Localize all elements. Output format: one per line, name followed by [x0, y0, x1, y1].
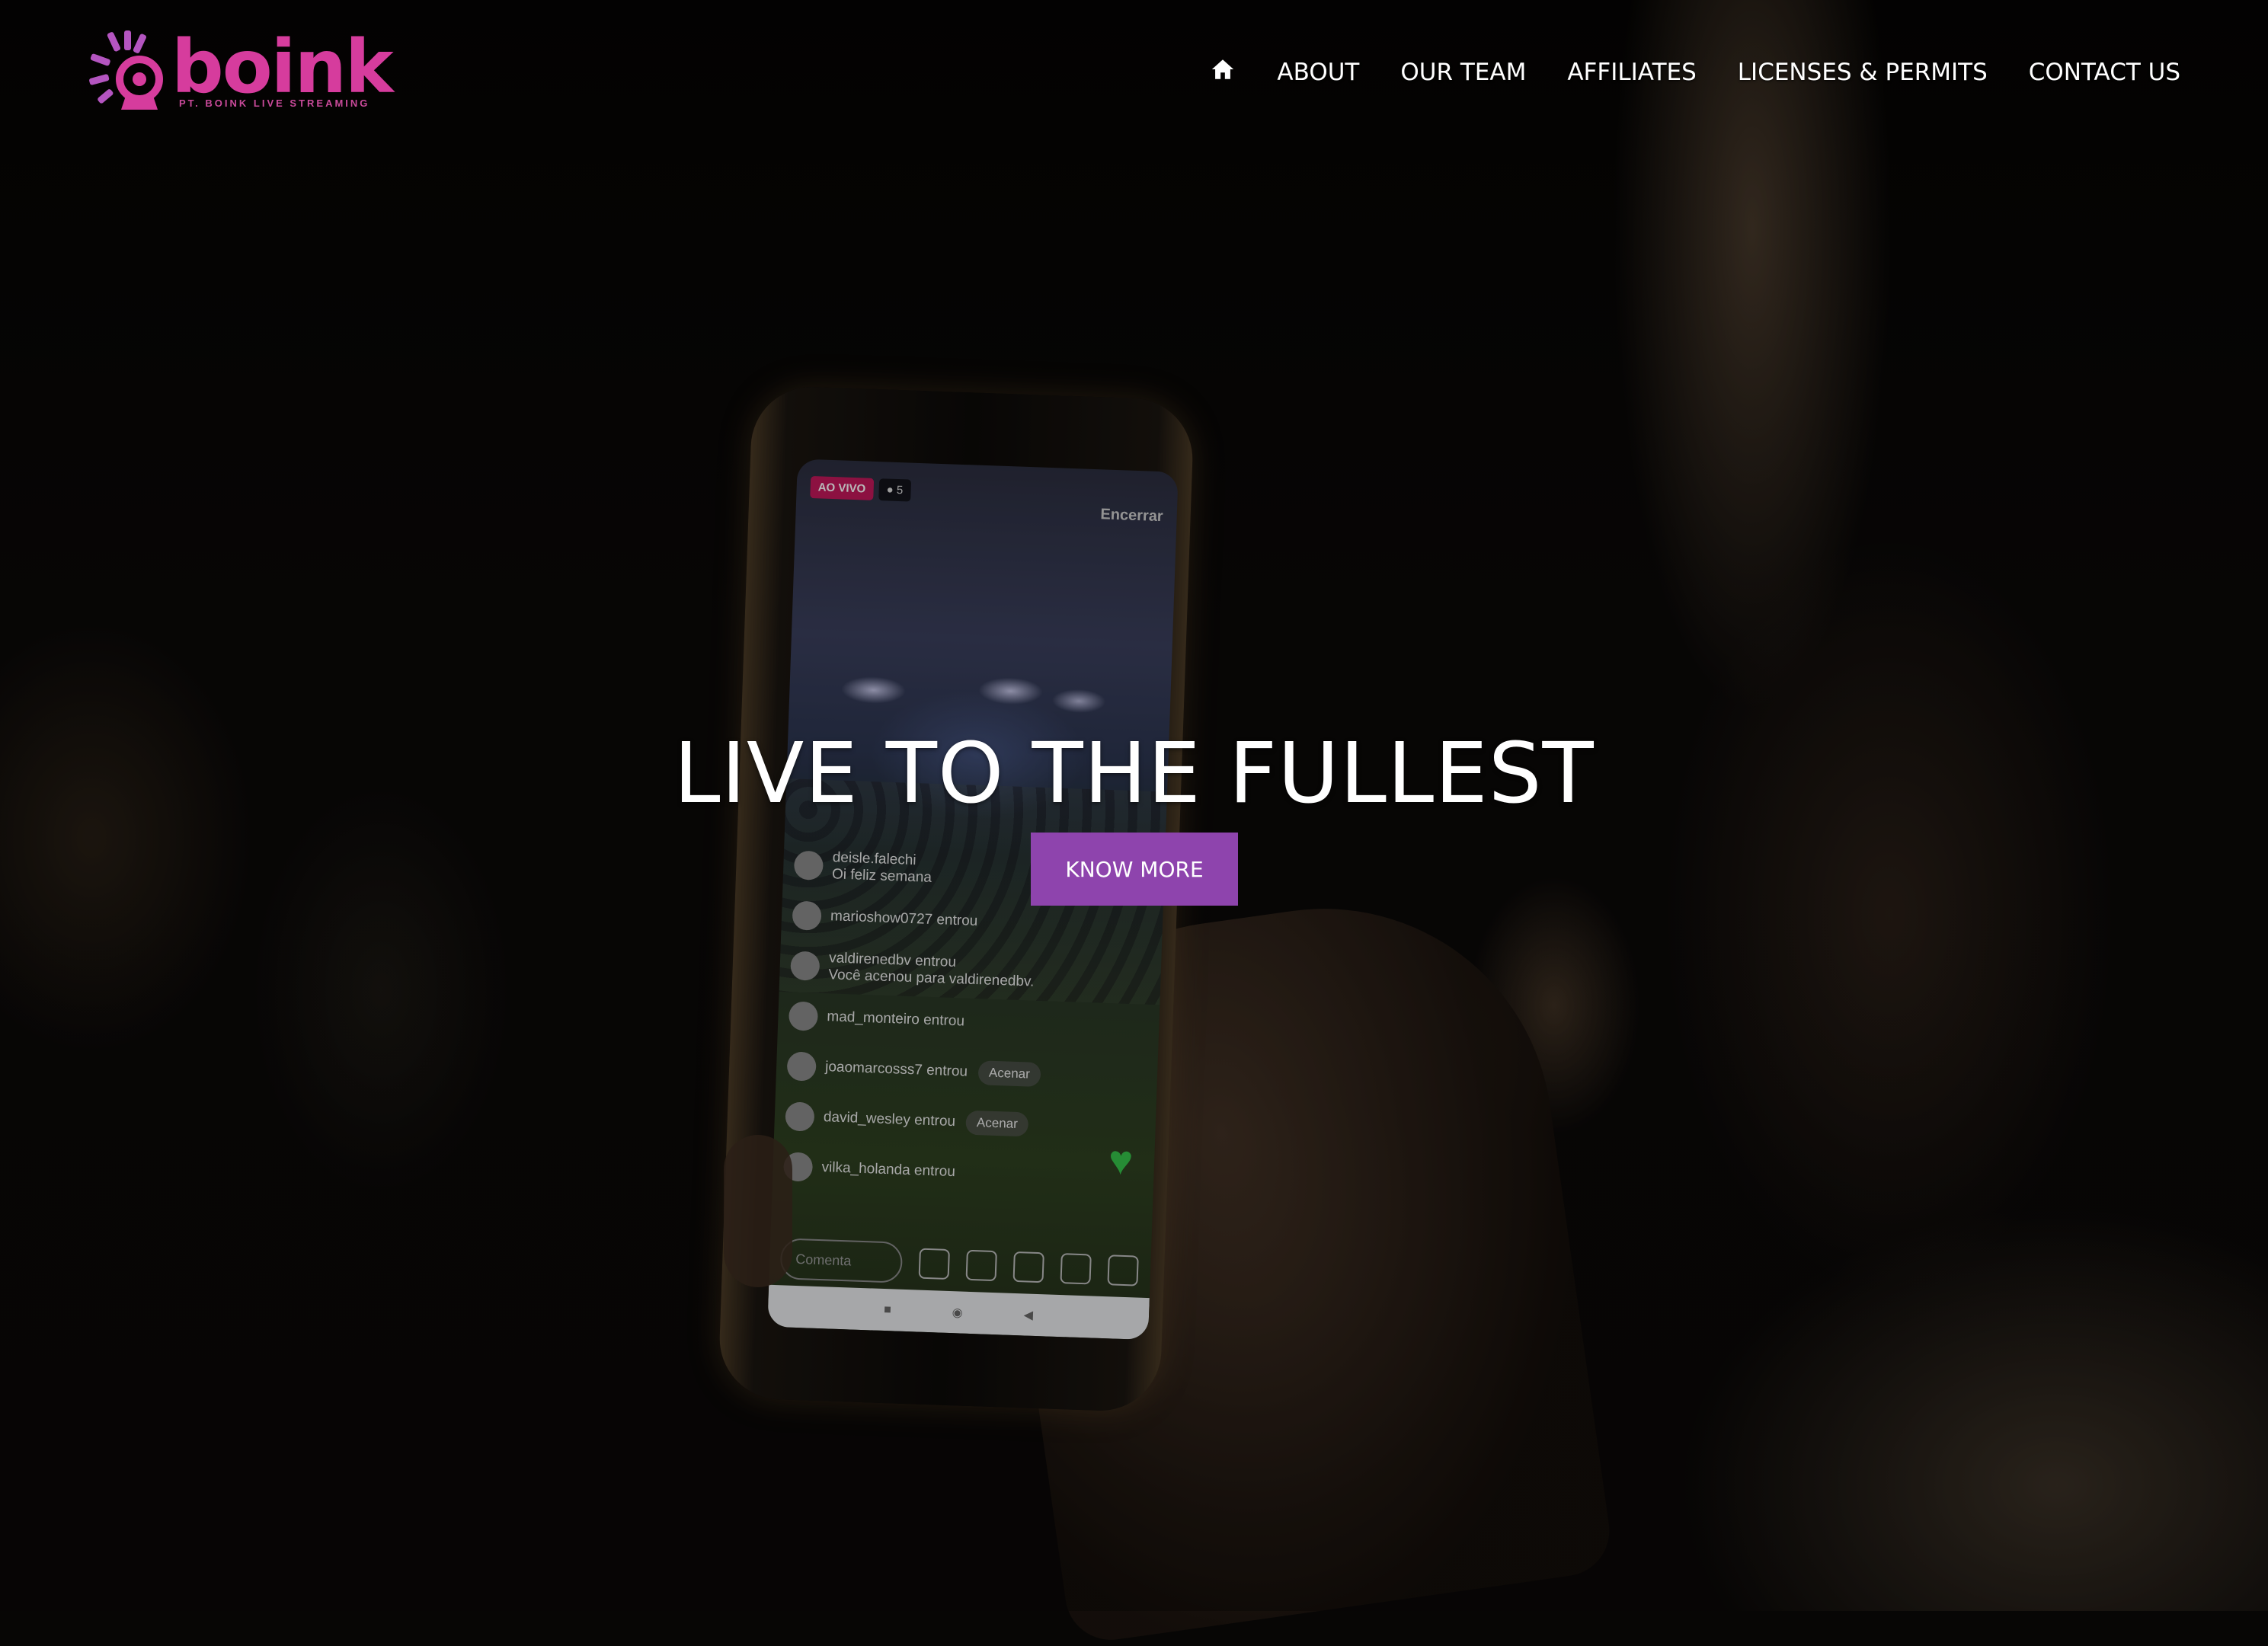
nav-contact-us[interactable]: CONTACT US — [2029, 59, 2180, 86]
nav-affiliates[interactable]: AFFILIATES — [1567, 59, 1696, 86]
know-more-button[interactable]: KNOW MORE — [1031, 833, 1238, 906]
home-icon — [1212, 59, 1234, 79]
main-nav: ABOUT OUR TEAM AFFILIATES LICENSES & PER… — [1169, 53, 2180, 91]
site-logo[interactable]: boink PT. BOINK LIVE STREAMING — [88, 24, 394, 114]
logo-wordmark: boink — [171, 24, 394, 110]
nav-about[interactable]: ABOUT — [1277, 59, 1359, 86]
nav-our-team[interactable]: OUR TEAM — [1400, 59, 1526, 86]
hero-title: LIVE TO THE FULLEST — [673, 724, 1595, 822]
nav-licenses-permits[interactable]: LICENSES & PERMITS — [1738, 59, 1988, 86]
logo-tagline: PT. BOINK LIVE STREAMING — [179, 97, 370, 109]
nav-home[interactable] — [1210, 56, 1236, 88]
logo-icon — [89, 30, 163, 110]
